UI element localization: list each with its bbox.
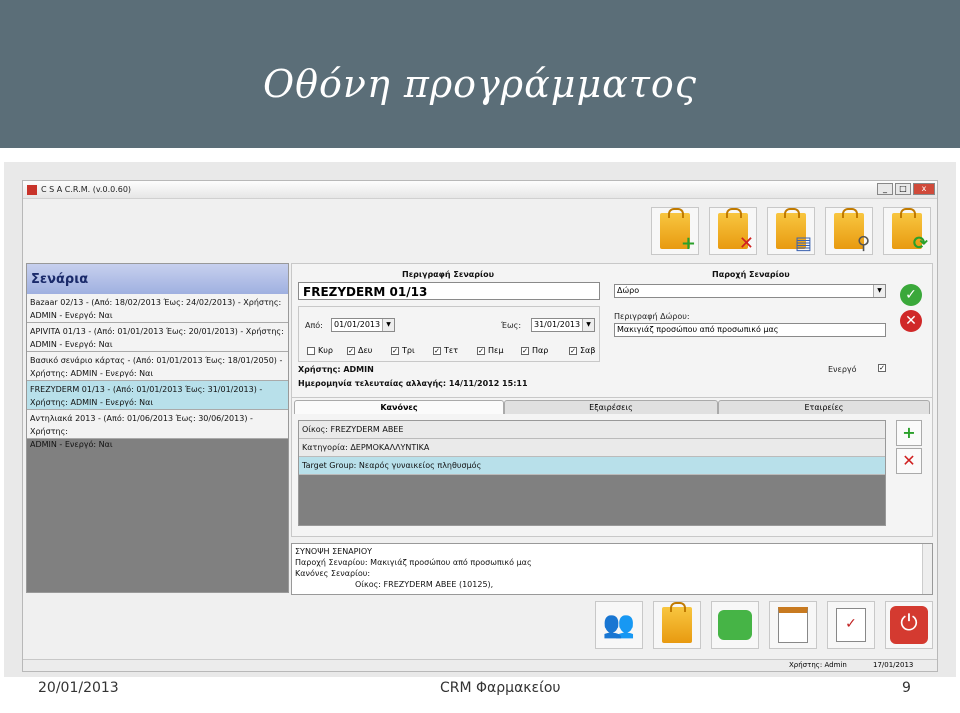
list-item[interactable]: Βασικό σενάριο κάρτας - (Από: 01/01/2013… — [27, 352, 288, 381]
top-toolbar: + ✕ ▤ ⚲ ⟳ — [651, 207, 931, 255]
scenario-list-header: Σενάρια — [27, 264, 288, 294]
tab-companies[interactable]: Εταιρείες — [718, 400, 930, 414]
window-controls: _ □ x — [877, 183, 935, 195]
scenario-details: Περιγραφή Σεναρίου FREZYDERM 01/13 Από: … — [291, 263, 933, 398]
summary-scrollbar[interactable] — [922, 544, 932, 594]
footer-date: 20/01/2013 — [38, 680, 119, 696]
exit-button[interactable]: ⏻ — [885, 601, 933, 649]
search-scenario-button[interactable]: ⚲ — [825, 207, 873, 255]
status-bar: Χρήστης: Admin 17/01/2013 — [23, 659, 937, 671]
minimize-button[interactable]: _ — [877, 183, 893, 195]
day-checkbox-thu[interactable]: ✓ Πεμ — [477, 346, 503, 355]
date-group: Από: 01/01/2013 ▼ Έως: 31/01/2013 ▼ Κυρ ✓ Δ… — [298, 306, 600, 362]
list-item[interactable]: Αντηλιακά 2013 - (Από: 01/06/2013 Έως: 3… — [27, 410, 288, 449]
cancel-button[interactable]: ✕ — [900, 310, 922, 332]
delete-scenario-button[interactable]: ✕ — [709, 207, 757, 255]
confirm-button[interactable]: ✓ — [900, 284, 922, 306]
scenarios-button[interactable] — [653, 601, 701, 649]
gift-bag-icon: ⚲ — [834, 208, 870, 253]
gift-description-input[interactable]: Μακιγιάζ προσώπου από προσωπικό μας — [614, 323, 886, 337]
day-checkbox-mon[interactable]: ✓ Δευ — [347, 346, 372, 355]
status-user: Χρήστης: Admin — [789, 661, 847, 669]
table-row-selected[interactable]: Target Group: Νεαρός γυναικείος πληθυσμό… — [299, 457, 885, 475]
chat-bubble-icon — [718, 610, 752, 640]
table-row[interactable]: Οίκος: FREZYDERM ABEE — [299, 421, 885, 439]
checklist-icon: ✓ — [836, 608, 866, 642]
scenario-summary: ΣΥΝΟΨΗ ΣΕΝΑΡΙΟΥ Παροχή Σεναρίου: Μακιγιά… — [291, 543, 933, 595]
contacts-button[interactable] — [769, 601, 817, 649]
add-rule-button[interactable]: + — [896, 420, 922, 446]
day-checkbox-wed[interactable]: ✓ Τετ — [433, 346, 458, 355]
rules-list: Οίκος: FREZYDERM ABEE Κατηγορία: ΔΕΡΜΟΚΑ… — [298, 420, 886, 526]
refresh-scenario-button[interactable]: ⟳ — [883, 207, 931, 255]
maximize-button[interactable]: □ — [895, 183, 911, 195]
window-title: C S A C.R.M. (v.0.0.60) — [41, 185, 132, 194]
slide-title: Οθόνη προγράμματος — [263, 62, 697, 106]
close-button[interactable]: x — [913, 183, 935, 195]
gift-bag-icon: ▤ — [776, 208, 812, 253]
checklist-button[interactable]: ✓ — [827, 601, 875, 649]
day-checkbox-fri[interactable]: ✓ Παρ — [521, 346, 548, 355]
app-icon — [27, 184, 37, 195]
list-item[interactable]: APIVITA 01/13 - (Από: 01/01/2013 Έως: 20… — [27, 323, 288, 352]
chevron-down-icon: ▼ — [582, 319, 594, 331]
last-change-label: Ημερομηνία τελευταίας αλλαγής: 14/11/201… — [298, 379, 528, 388]
active-checkbox[interactable]: ✓ — [878, 364, 886, 372]
table-row[interactable]: Κατηγορία: ΔΕΡΜΟΚΑΛΛΥΝΤΙΚΑ — [299, 439, 885, 457]
day-checkbox-tue[interactable]: ✓ Τρι — [391, 346, 415, 355]
scenario-name-input[interactable]: FREZYDERM 01/13 — [298, 282, 600, 300]
page-number: 9 — [902, 680, 911, 696]
contact-card-icon — [778, 607, 808, 643]
scenario-list: Σενάρια Bazaar 02/13 - (Από: 18/02/2013 … — [26, 263, 289, 593]
chevron-down-icon: ▼ — [382, 319, 394, 331]
gift-bag-icon: + — [660, 208, 696, 253]
gift-bag-icon — [662, 602, 692, 643]
description-header: Περιγραφή Σεναρίου — [402, 270, 495, 279]
power-icon: ⏻ — [890, 606, 928, 644]
tab-exceptions[interactable]: Εξαιρέσεις — [504, 400, 718, 414]
footer-title: CRM Φαρμακείου — [440, 680, 561, 696]
window-titlebar: C S A C.R.M. (v.0.0.60) — [23, 181, 937, 199]
list-item-selected[interactable]: FREZYDERM 01/13 - (Από: 01/01/2013 Έως: … — [27, 381, 288, 410]
provision-header: Παροχή Σεναρίου — [712, 270, 790, 279]
list-item[interactable]: Bazaar 02/13 - (Από: 18/02/2013 Έως: 24/… — [27, 294, 288, 323]
provision-type-select[interactable]: Δώρο ▼ — [614, 284, 886, 298]
bottom-toolbar: 👥 ✓ ⏻ — [595, 601, 933, 649]
crm-window: C S A C.R.M. (v.0.0.60) _ □ x + ✕ ▤ ⚲ ⟳ … — [22, 180, 938, 672]
gift-bag-icon: ✕ — [718, 208, 754, 253]
copy-scenario-button[interactable]: ▤ — [767, 207, 815, 255]
remove-rule-button[interactable]: ✕ — [896, 448, 922, 474]
active-label: Ενεργό — [828, 365, 857, 374]
tab-rules[interactable]: Κανόνες — [294, 400, 504, 414]
add-scenario-button[interactable]: + — [651, 207, 699, 255]
users-icon: 👥 — [602, 610, 636, 640]
rules-tabs: Κανόνες Εξαιρέσεις Εταιρείες Οίκος: FREZ… — [291, 397, 933, 537]
status-date: 17/01/2013 — [873, 661, 914, 669]
from-date-picker[interactable]: 01/01/2013 ▼ — [331, 318, 395, 332]
day-checkbox-sun[interactable]: Κυρ — [307, 346, 333, 355]
day-checkbox-sat[interactable]: ✓ Σαβ — [569, 346, 595, 355]
to-date-picker[interactable]: 31/01/2013 ▼ — [531, 318, 595, 332]
gift-label: Περιγραφή Δώρου: — [614, 312, 690, 321]
divider — [0, 148, 960, 162]
gift-bag-icon: ⟳ — [892, 208, 928, 253]
messages-button[interactable] — [711, 601, 759, 649]
customers-button[interactable]: 👥 — [595, 601, 643, 649]
chevron-down-icon: ▼ — [873, 285, 885, 297]
user-label: Χρήστης: ADMIN — [298, 365, 374, 374]
